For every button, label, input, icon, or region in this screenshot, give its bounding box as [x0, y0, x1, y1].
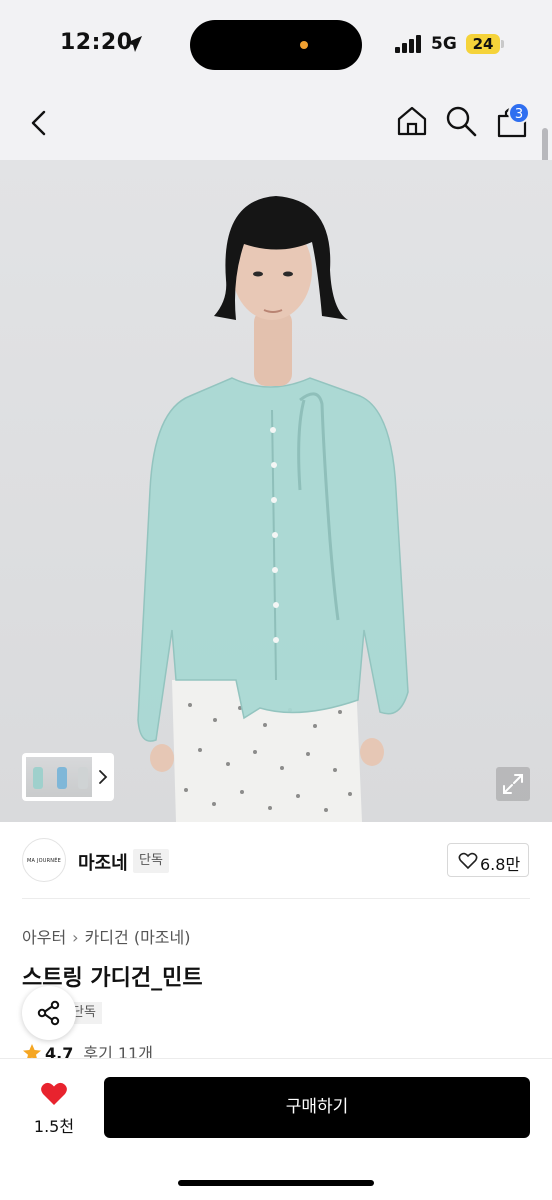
- thumbnail-strip[interactable]: [22, 753, 114, 801]
- buy-button[interactable]: 구매하기: [104, 1077, 530, 1138]
- thumbnail-image[interactable]: [26, 757, 50, 797]
- breadcrumb-item[interactable]: 카디건 (마조네): [85, 928, 191, 947]
- battery-tip: [501, 40, 504, 48]
- thumbnail-image[interactable]: [50, 757, 74, 797]
- product-image[interactable]: [0, 160, 552, 822]
- thumbnail-image[interactable]: [74, 757, 92, 797]
- heart-outline-icon: [458, 852, 478, 870]
- divider: [22, 898, 530, 899]
- brand-like-count: 6.8만: [480, 855, 521, 874]
- brand-like-button[interactable]: 6.8만: [447, 843, 529, 877]
- status-time: 12:20: [60, 30, 133, 55]
- chevron-left-icon[interactable]: [24, 106, 56, 140]
- brand-name[interactable]: 마조네: [78, 849, 128, 875]
- share-icon: [37, 1000, 60, 1026]
- cart-count-badge: 3: [508, 102, 530, 124]
- exclusive-badge: 단독: [133, 849, 169, 873]
- model-photo: [137, 196, 409, 822]
- nav-bar: 3: [0, 90, 552, 160]
- breadcrumb: 아우터 › 카디건 (마조네): [22, 924, 190, 948]
- network-type: 5G: [431, 34, 457, 54]
- rating-value: 4.7: [45, 1044, 74, 1058]
- brand-logo[interactable]: MA JOURNÉE: [22, 838, 66, 882]
- rating-row[interactable]: 4.7 후기 11개: [22, 1040, 153, 1058]
- dynamic-island: [190, 20, 362, 70]
- status-bar: 12:20 5G 24: [0, 0, 552, 90]
- signal-bars-icon: [395, 35, 421, 53]
- expand-icon: [503, 774, 523, 794]
- recording-dot-icon: [300, 41, 308, 49]
- home-icon[interactable]: [395, 104, 429, 138]
- search-icon[interactable]: [444, 104, 478, 138]
- breadcrumb-item[interactable]: 아우터: [22, 928, 66, 947]
- bottom-purchase-bar: 1.5천 구매하기: [0, 1058, 552, 1200]
- battery-icon: 24: [466, 34, 500, 54]
- chevron-right-icon[interactable]: [96, 767, 110, 787]
- heart-filled-icon: [41, 1082, 67, 1105]
- expand-image-button[interactable]: [496, 767, 530, 801]
- wishlist-count: 1.5천: [33, 1117, 75, 1136]
- share-button[interactable]: [22, 986, 76, 1040]
- review-count[interactable]: 후기 11개: [83, 1044, 153, 1058]
- home-indicator[interactable]: [178, 1180, 374, 1186]
- wishlist-button[interactable]: 1.5천: [24, 1079, 84, 1139]
- star-icon: [23, 1044, 41, 1058]
- breadcrumb-separator-icon: ›: [72, 928, 79, 947]
- location-arrow-icon: [126, 36, 142, 52]
